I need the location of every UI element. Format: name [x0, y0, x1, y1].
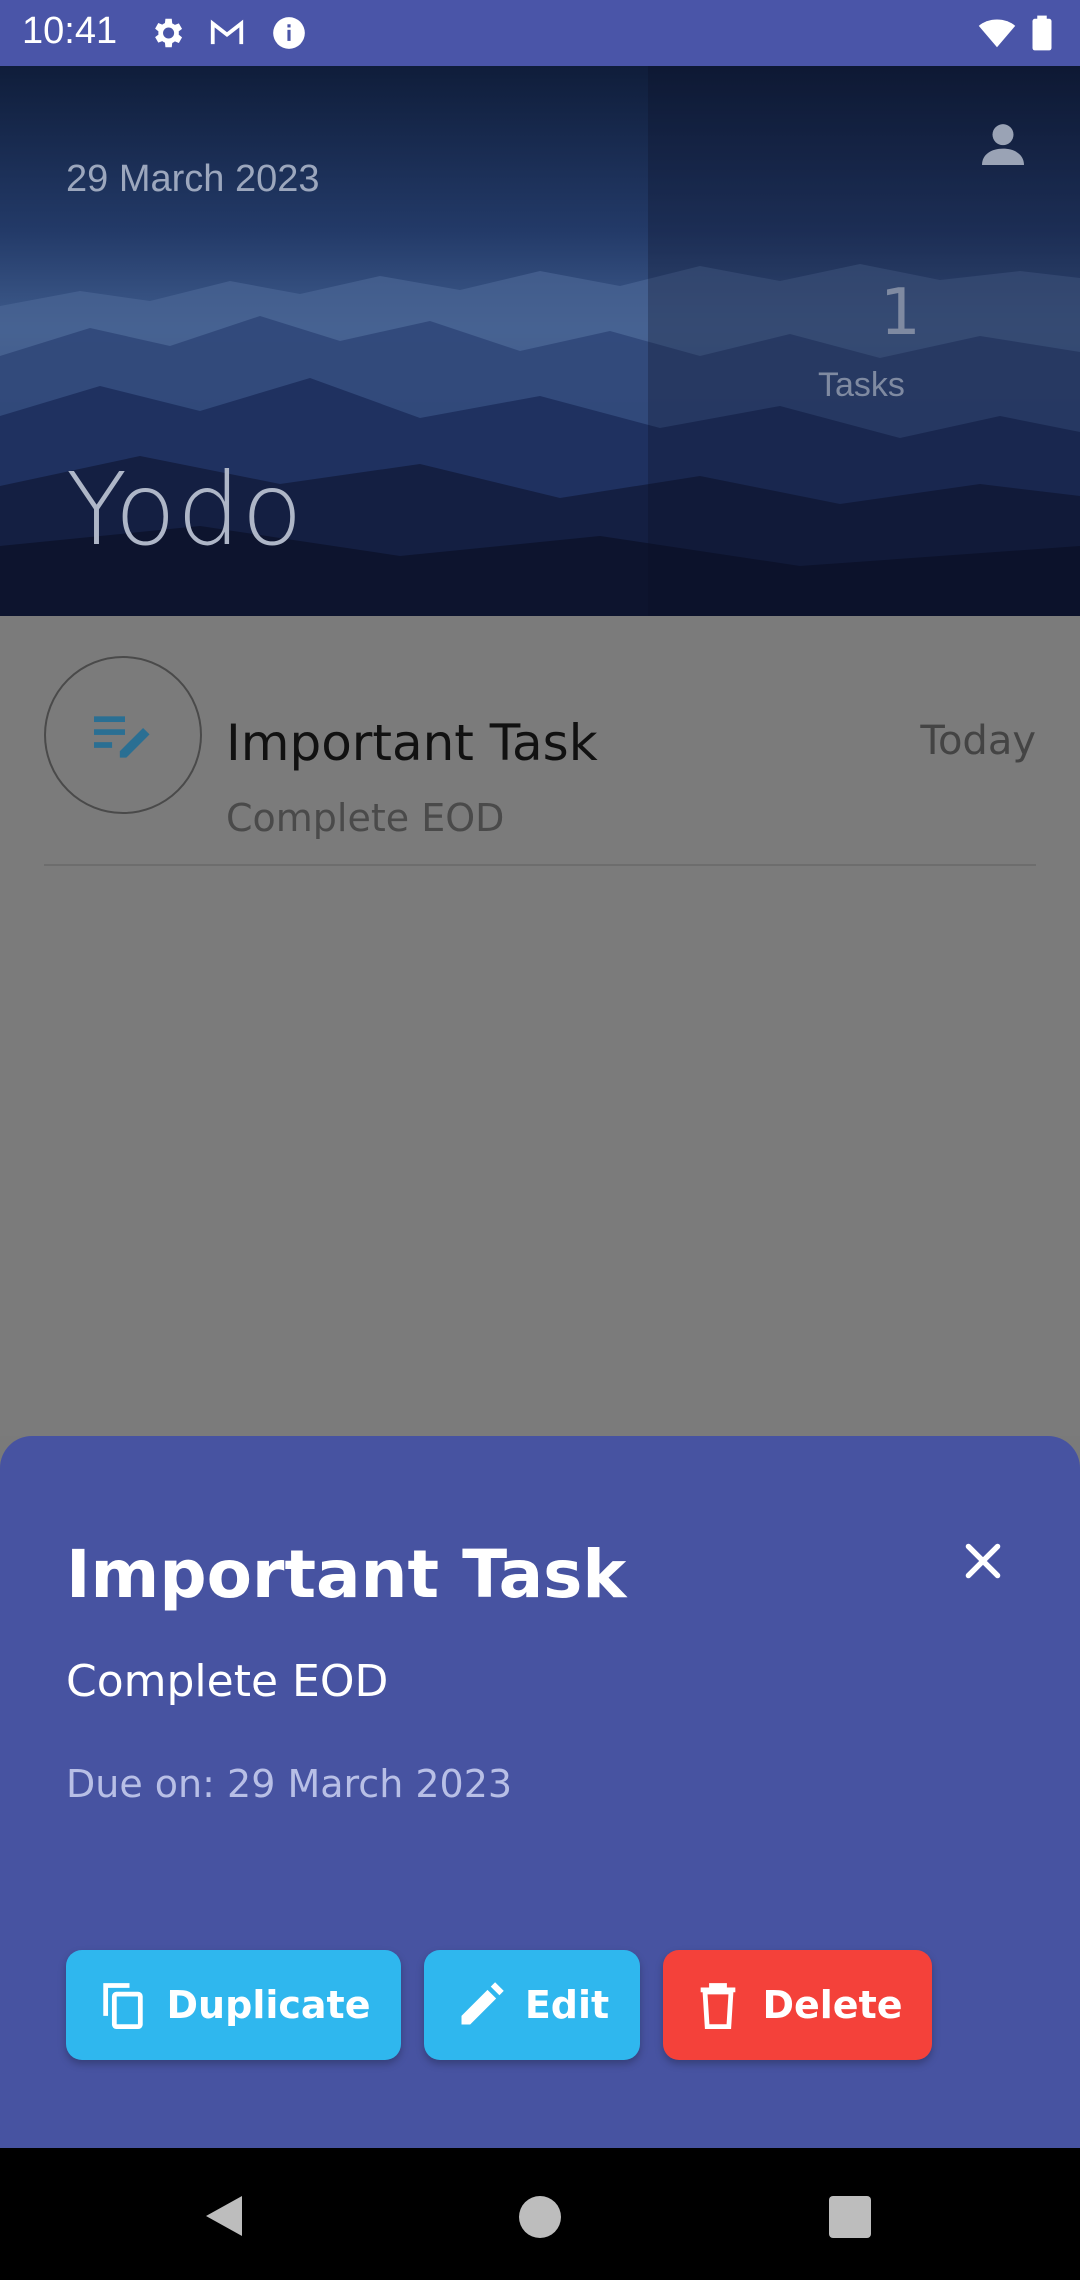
- header-date: 29 March 2023: [66, 158, 320, 200]
- task-date: Today: [920, 718, 1036, 764]
- task-subtitle: Complete EOD: [226, 796, 505, 840]
- task-count-label: Tasks: [818, 366, 905, 404]
- navigation-bar: [0, 2148, 1080, 2280]
- task-list: Important Task Complete EOD Today: [0, 616, 1080, 1436]
- back-icon[interactable]: [202, 2192, 246, 2240]
- sheet-description: Complete EOD: [66, 1656, 389, 1707]
- copy-icon: [102, 1983, 143, 2030]
- edit-button-label: Edit: [524, 1983, 610, 2027]
- delete-button[interactable]: Delete: [663, 1950, 932, 2060]
- header-banner: 29 March 2023 Yodo 1 Tasks: [0, 66, 1080, 616]
- duplicate-button[interactable]: Duplicate: [66, 1950, 401, 2060]
- close-icon[interactable]: [958, 1536, 1008, 1586]
- list-divider: [44, 864, 1036, 866]
- task-avatar: [44, 656, 202, 814]
- edit-note-icon: [94, 716, 150, 758]
- gmail-icon: [210, 19, 244, 45]
- task-count: 1: [880, 276, 921, 350]
- app-title: Yodo: [66, 451, 304, 568]
- trash-icon: [701, 1983, 736, 2030]
- edit-button[interactable]: Edit: [424, 1950, 640, 2060]
- settings-icon: [155, 18, 183, 48]
- recents-icon[interactable]: [829, 2196, 871, 2238]
- duplicate-button-label: Duplicate: [166, 1983, 371, 2027]
- status-bar: 10:41: [0, 0, 1080, 66]
- delete-button-label: Delete: [762, 1983, 903, 2027]
- battery-icon: [1032, 15, 1052, 51]
- home-icon[interactable]: [519, 2196, 561, 2238]
- status-time: 10:41: [22, 10, 118, 52]
- pencil-icon: [461, 1982, 504, 2025]
- sheet-title: Important Task: [66, 1536, 627, 1613]
- sheet-due-date: Due on: 29 March 2023: [66, 1762, 513, 1806]
- task-title: Important Task: [226, 714, 598, 772]
- info-icon: [273, 17, 305, 49]
- list-item[interactable]: Important Task Complete EOD Today: [44, 656, 1036, 840]
- profile-icon[interactable]: [975, 116, 1031, 172]
- wifi-icon: [978, 19, 1016, 48]
- task-detail-sheet: Important Task Complete EOD Due on: 29 M…: [0, 1436, 1080, 2148]
